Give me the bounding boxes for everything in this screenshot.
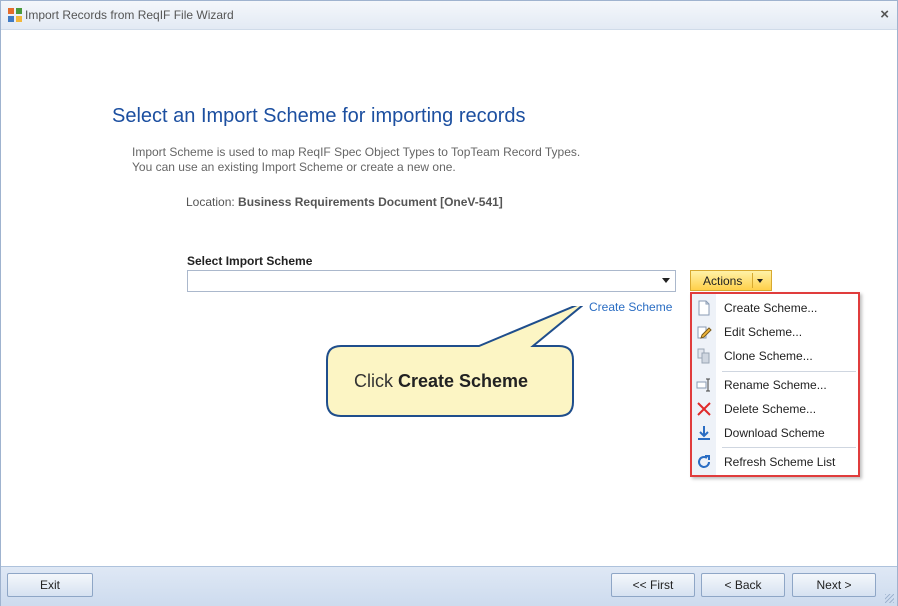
menu-item-label: Create Scheme... — [724, 301, 818, 315]
new-document-icon — [698, 300, 710, 316]
menu-separator — [722, 447, 856, 448]
chevron-down-icon[interactable] — [757, 279, 763, 283]
menu-item-label: Download Scheme — [724, 426, 825, 440]
first-button[interactable]: << First — [611, 573, 695, 597]
exit-button[interactable]: Exit — [7, 573, 93, 597]
create-scheme-link[interactable]: Create Scheme — [589, 300, 672, 314]
scheme-dropdown[interactable] — [187, 270, 676, 292]
actions-split-divider — [752, 273, 753, 288]
callout-bubble — [326, 306, 583, 417]
menu-separator — [722, 371, 856, 372]
actions-menu: Create Scheme... Edit Scheme... Clone Sc… — [690, 292, 860, 477]
callout-text: Click Create Scheme — [354, 371, 528, 392]
download-icon — [698, 426, 710, 440]
page-title: Select an Import Scheme for importing re… — [112, 105, 526, 127]
title-bar: Import Records from ReqIF File Wizard × — [1, 1, 897, 30]
next-button[interactable]: Next > — [792, 573, 876, 597]
menu-item-label: Rename Scheme... — [724, 378, 827, 392]
edit-icon — [697, 326, 712, 339]
clone-icon — [697, 348, 710, 364]
menu-item-refresh-scheme-list[interactable]: Refresh Scheme List — [692, 451, 858, 473]
menu-item-rename-scheme[interactable]: Rename Scheme... — [692, 374, 858, 396]
window-title: Import Records from ReqIF File Wizard — [25, 8, 234, 22]
menu-item-label: Delete Scheme... — [724, 402, 817, 416]
rename-icon — [696, 378, 710, 392]
callout-emphasis: Create Scheme — [398, 371, 529, 391]
description-line-2: You can use an existing Import Scheme or… — [132, 160, 456, 174]
app-icon — [8, 8, 22, 22]
wizard-window: Import Records from ReqIF File Wizard × … — [0, 0, 898, 606]
menu-item-download-scheme[interactable]: Download Scheme — [692, 422, 858, 444]
wizard-content: Select an Import Scheme for importing re… — [1, 30, 897, 566]
refresh-icon — [698, 455, 710, 468]
wizard-footer: Exit << First < Back Next > — [1, 566, 897, 606]
delete-icon — [697, 402, 711, 416]
select-scheme-label: Select Import Scheme — [187, 254, 313, 268]
menu-item-clone-scheme[interactable]: Clone Scheme... — [692, 345, 858, 367]
close-icon[interactable]: × — [880, 6, 889, 23]
dropdown-arrow-icon[interactable] — [662, 278, 670, 283]
menu-item-delete-scheme[interactable]: Delete Scheme... — [692, 398, 858, 420]
page-description: Import Scheme is used to map ReqIF Spec … — [132, 145, 580, 175]
callout-prefix: Click — [354, 371, 398, 391]
menu-item-label: Refresh Scheme List — [724, 455, 836, 469]
actions-button-label: Actions — [703, 274, 743, 288]
back-button[interactable]: < Back — [701, 573, 785, 597]
location-label: Location: — [186, 195, 235, 209]
actions-button[interactable]: Actions — [690, 270, 772, 291]
description-line-1: Import Scheme is used to map ReqIF Spec … — [132, 145, 581, 159]
menu-item-label: Edit Scheme... — [724, 325, 803, 339]
resize-grip-icon[interactable] — [885, 594, 894, 603]
menu-item-create-scheme[interactable]: Create Scheme... — [692, 297, 858, 319]
menu-item-label: Clone Scheme... — [724, 349, 813, 363]
menu-item-edit-scheme[interactable]: Edit Scheme... — [692, 321, 858, 343]
location-value: Business Requirements Document [OneV-541… — [238, 195, 503, 209]
location-row: Location: Business Requirements Document… — [186, 195, 503, 209]
